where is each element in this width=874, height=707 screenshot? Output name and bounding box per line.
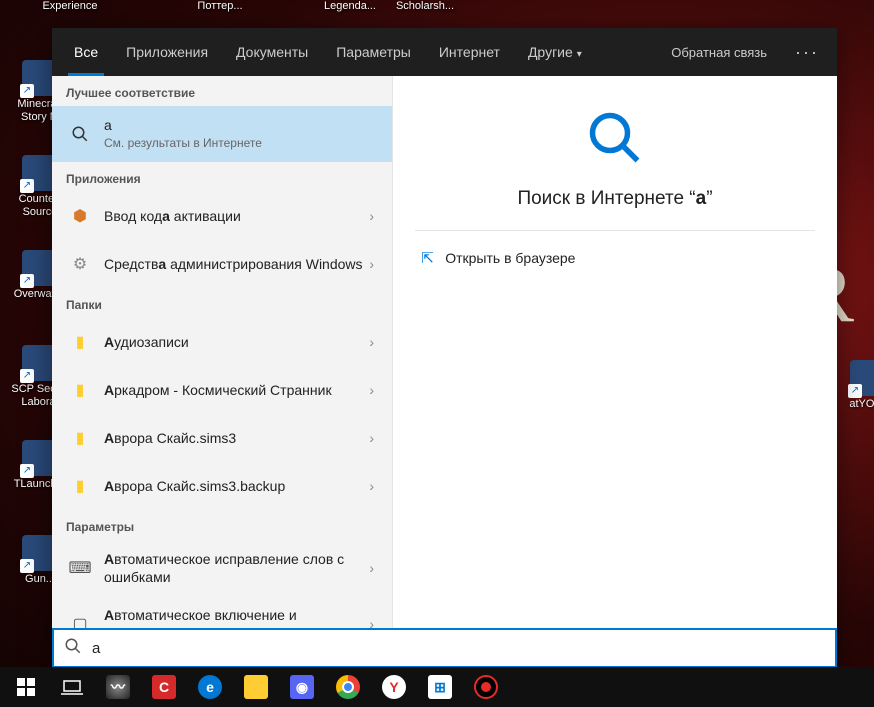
result-title: Автоматическое включение и выключение ре…: [94, 606, 365, 628]
open-in-browser-label: Открыть в браузере: [445, 250, 575, 266]
more-options-button[interactable]: ···: [785, 42, 829, 63]
tab-settings[interactable]: Параметры: [322, 28, 425, 76]
taskbar-app-recorder[interactable]: [464, 667, 508, 707]
setting-result[interactable]: ⌨Автоматическое исправление слов с ошибк…: [52, 540, 392, 596]
open-in-browser-action[interactable]: ⇱ Открыть в браузере: [415, 239, 815, 277]
result-icon: ⬢: [66, 206, 94, 226]
search-input-box[interactable]: [52, 628, 837, 668]
desktop-icon-label: Scholarsh...: [395, 0, 455, 13]
result-icon: ⚙: [66, 254, 94, 274]
chevron-right-icon: ›: [365, 334, 378, 350]
taskbar-app-chrome[interactable]: [326, 667, 370, 707]
result-title: Ввод кода активации: [94, 207, 365, 225]
result-title: Автоматическое исправление слов с ошибка…: [94, 550, 365, 586]
search-icon: [64, 637, 82, 660]
group-apps: Приложения: [52, 162, 392, 192]
group-best-match: Лучшее соответствие: [52, 76, 392, 106]
chevron-right-icon: ›: [365, 430, 378, 446]
result-title: Аудиозаписи: [94, 333, 365, 351]
result-title: Аврора Скайс.sims3.backup: [94, 477, 365, 495]
result-title: Аркадром - Космический Странник: [94, 381, 365, 399]
group-folders: Папки: [52, 288, 392, 318]
folder-result[interactable]: ▮Аврора Скайс.sims3›: [52, 414, 392, 462]
taskview-button[interactable]: [50, 667, 94, 707]
result-icon: ▮: [66, 332, 94, 352]
folder-result[interactable]: ▮Аудиозаписи›: [52, 318, 392, 366]
chevron-down-icon: ▾: [577, 49, 582, 60]
result-title: Средства администрирования Windows: [94, 255, 365, 273]
app-result[interactable]: ⚙Средства администрирования Windows›: [52, 240, 392, 288]
app-icon: [850, 360, 874, 396]
chevron-right-icon: ›: [365, 616, 378, 628]
tab-documents[interactable]: Документы: [222, 28, 322, 76]
desktop-icon[interactable]: Scholarsh...: [395, 0, 455, 13]
chevron-right-icon: ›: [365, 560, 378, 576]
taskbar-app-discord[interactable]: ◉: [280, 667, 324, 707]
app-result[interactable]: ⬢Ввод кода активации›: [52, 192, 392, 240]
preview-search-icon: [583, 106, 647, 170]
windows-search-panel: Все Приложения Документы Параметры Интер…: [52, 28, 837, 668]
open-browser-icon: ⇱: [421, 249, 445, 267]
result-title: Аврора Скайс.sims3: [94, 429, 365, 447]
group-settings: Параметры: [52, 510, 392, 540]
desktop-icon[interactable]: Legenda...: [320, 0, 380, 13]
desktop-icon[interactable]: atYOcT: [838, 360, 874, 411]
preview-title: Поиск в Интернете “a”: [517, 188, 712, 210]
desktop-icon-label: Поттер...: [190, 0, 250, 13]
result-icon: ▢: [66, 614, 94, 628]
best-match-result[interactable]: a См. результаты в Интернете: [52, 106, 392, 162]
desktop-icon-label: Experience: [40, 0, 100, 13]
tab-apps[interactable]: Приложения: [112, 28, 222, 76]
search-input[interactable]: [92, 640, 825, 657]
taskbar-app-cc[interactable]: C: [142, 667, 186, 707]
tab-more-label: Другие: [528, 44, 573, 60]
feedback-link[interactable]: Обратная связь: [661, 45, 777, 60]
taskbar-app-explorer[interactable]: [234, 667, 278, 707]
desktop-icon-label: Legenda...: [320, 0, 380, 13]
tab-all[interactable]: Все: [60, 28, 112, 76]
tab-more[interactable]: Другие ▾: [514, 28, 596, 76]
setting-result[interactable]: ▢Автоматическое включение и выключение р…: [52, 596, 392, 628]
chevron-right-icon: ›: [365, 478, 378, 494]
chevron-right-icon: ›: [365, 208, 378, 224]
result-icon: ▮: [66, 428, 94, 448]
preview-pane: Поиск в Интернете “a” ⇱ Открыть в браузе…: [392, 76, 837, 628]
taskbar-app-store[interactable]: ⊞: [418, 667, 462, 707]
desktop-icon-label: atYOcT: [838, 398, 874, 411]
chevron-right-icon: ›: [365, 382, 378, 398]
taskbar-app-edge[interactable]: e: [188, 667, 232, 707]
best-match-subtitle: См. результаты в Интернете: [104, 136, 378, 152]
search-icon: [66, 125, 94, 143]
result-icon: ▮: [66, 380, 94, 400]
result-icon: ▮: [66, 476, 94, 496]
result-icon: ⌨: [66, 558, 94, 578]
taskbar: 〰 C e ◉ Y ⊞: [0, 667, 874, 707]
start-button[interactable]: [4, 667, 48, 707]
folder-result[interactable]: ▮Аркадром - Космический Странник›: [52, 366, 392, 414]
tab-web[interactable]: Интернет: [425, 28, 514, 76]
search-tabs-header: Все Приложения Документы Параметры Интер…: [52, 28, 837, 76]
best-match-title: a: [104, 116, 378, 134]
taskbar-app-sound[interactable]: 〰: [96, 667, 140, 707]
taskbar-app-yandex[interactable]: Y: [372, 667, 416, 707]
preview-separator: [415, 230, 815, 231]
desktop-icon[interactable]: Поттер...: [190, 0, 250, 13]
results-list: Лучшее соответствие a См. результаты в И…: [52, 76, 392, 628]
folder-result[interactable]: ▮Аврора Скайс.sims3.backup›: [52, 462, 392, 510]
chevron-right-icon: ›: [365, 256, 378, 272]
desktop-icon[interactable]: Experience: [40, 0, 100, 13]
